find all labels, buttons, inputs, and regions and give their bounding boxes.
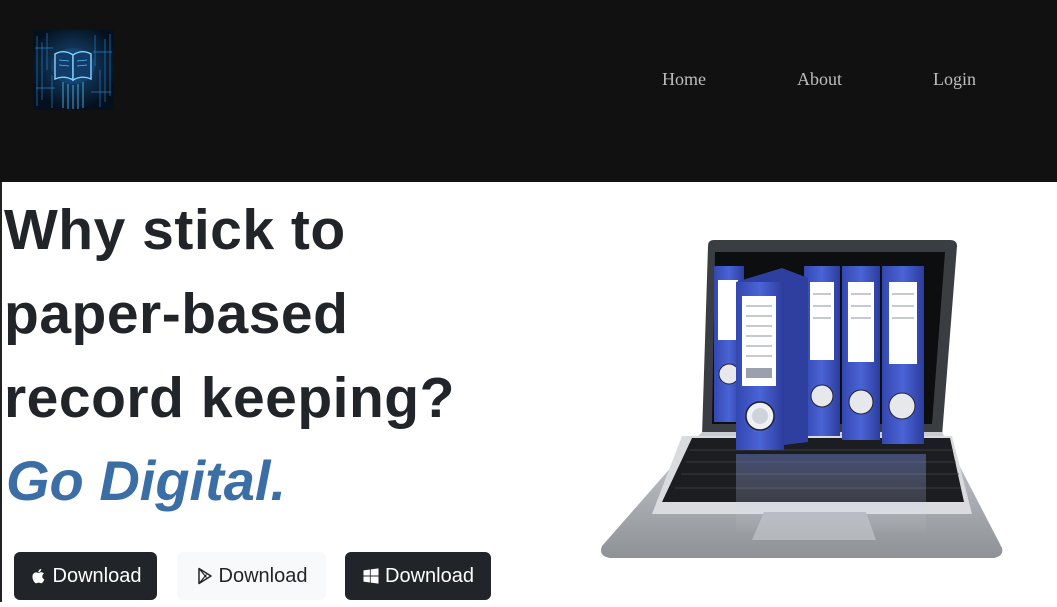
google-play-icon [197,567,212,585]
headline-line-2: paper-based [4,282,349,346]
download-apple-label: Download [52,564,142,587]
nav-home-link[interactable]: Home [662,68,706,90]
download-google-play-button[interactable]: Download [177,552,326,600]
download-windows-label: Download [385,564,474,587]
laptop-binders-illustration [532,184,1057,602]
laptop-binders-svg [532,184,1057,602]
headline-line-1: Why stick to [4,198,346,262]
top-navbar: Home About Login [0,0,1057,182]
nav-login-link[interactable]: Login [933,68,976,90]
logo-graphic [33,30,114,110]
circuit-book-logo[interactable] [33,30,114,110]
hero-headline: Why stick to paper-based record keeping? [4,188,544,440]
nav-about-link[interactable]: About [797,68,842,90]
download-google-play-label: Download [218,564,308,587]
download-apple-button[interactable]: Download [14,552,157,600]
hero-left-border [0,182,2,602]
hero-tagline: Go Digital. [6,449,286,512]
download-windows-button[interactable]: Download [345,552,491,600]
apple-icon [31,568,44,584]
windows-icon [363,568,379,584]
headline-line-3: record keeping? [4,366,455,430]
